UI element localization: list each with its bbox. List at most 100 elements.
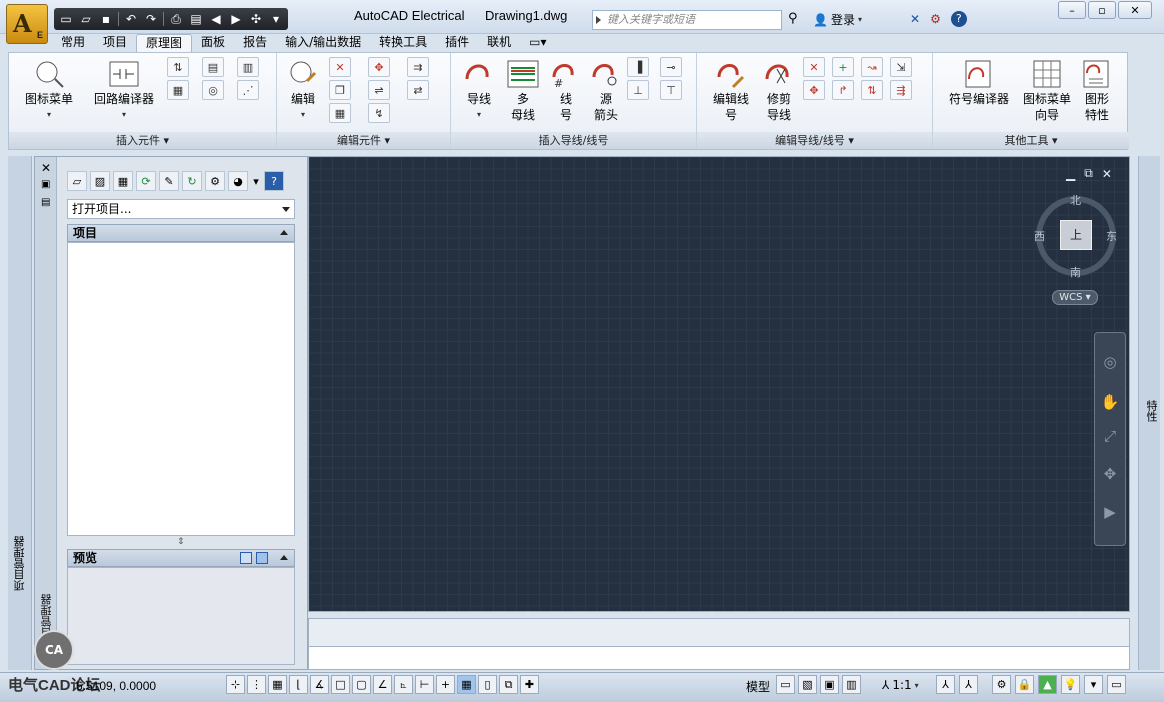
insert-tool-icon[interactable]: ⋰ — [237, 80, 259, 100]
panel-title[interactable]: 编辑元件 ▾ — [277, 132, 450, 149]
search-expand-icon[interactable] — [596, 16, 601, 24]
command-line[interactable] — [308, 618, 1130, 670]
annotation-scale[interactable]: ⅄ 1:1 ▾ — [882, 678, 919, 692]
viewport-close-icon[interactable]: ✕ — [1102, 167, 1112, 181]
coordinates-readout[interactable]: 6.5109, 0.0000 — [76, 679, 156, 693]
ducs-icon[interactable]: ⦜ — [394, 675, 413, 694]
toolbar-dropdown-icon[interactable]: ▾ — [251, 171, 261, 191]
splitter-handle-icon[interactable]: ⇕ — [177, 537, 185, 547]
osnap-icon[interactable]: □ — [331, 675, 350, 694]
back-arrow-icon[interactable]: ◀ — [208, 11, 224, 27]
drawing-properties-button[interactable]: 图形 特性 — [1077, 59, 1117, 123]
exchange-icon[interactable]: ✕ — [910, 12, 920, 26]
collapse-icon[interactable] — [280, 230, 288, 235]
new-drawing-icon[interactable]: ▦ — [113, 171, 133, 191]
plot-icon[interactable]: ◕ — [228, 171, 248, 191]
reverse-icon[interactable]: ⇄ — [407, 80, 429, 100]
polar-icon[interactable]: ∡ — [310, 675, 329, 694]
3d-osnap-icon[interactable]: ▢ — [352, 675, 371, 694]
panel-title[interactable]: 编辑导线/线号 ▾ — [697, 132, 932, 149]
circuit-builder-button[interactable]: 回路编译器 ▾ — [89, 59, 159, 123]
preview-icon[interactable] — [240, 552, 252, 564]
login-button[interactable]: 👤 登录 ▾ — [813, 11, 862, 28]
save-icon[interactable]: ▪ — [98, 11, 114, 27]
new-file-icon[interactable]: ▭ — [58, 11, 74, 27]
tab-import-export[interactable]: 输入/输出数据 — [276, 34, 370, 52]
ortho-icon[interactable]: ⌊ — [289, 675, 308, 694]
edit-button[interactable]: 编辑 ▾ — [283, 59, 323, 123]
gap-icon[interactable]: ⊸ — [660, 57, 682, 77]
hardware-acceleration-icon[interactable]: ▲ — [1038, 675, 1057, 694]
help-icon[interactable]: ? — [264, 171, 284, 191]
project-settings-icon[interactable]: ⚙ — [205, 171, 225, 191]
folder-icon[interactable]: ▤ — [188, 11, 204, 27]
copy-component-icon[interactable]: ❐ — [329, 80, 351, 100]
panel-title[interactable]: 插入元件 ▾ — [9, 132, 276, 149]
wire-number-button[interactable]: # 线 号 — [547, 59, 585, 123]
maximize-button[interactable]: ▫ — [1088, 1, 1116, 19]
layout-icon[interactable]: ▧ — [798, 675, 817, 694]
delete-wire-icon[interactable]: ✕ — [803, 57, 825, 77]
source-arrow-button[interactable]: 源 箭头 — [587, 59, 625, 123]
application-menu-button[interactable]: A E — [6, 4, 48, 44]
new-project-icon[interactable]: ▱ — [67, 171, 87, 191]
quick-view-layouts-icon[interactable]: ▣ — [820, 675, 839, 694]
insert-tool-icon[interactable]: ◎ — [202, 80, 224, 100]
insert-tool-icon[interactable]: ▥ — [237, 57, 259, 77]
zoom-icon[interactable]: ⤢ — [1099, 425, 1121, 447]
tab-project[interactable]: 项目 — [94, 34, 136, 52]
redo-icon[interactable]: ↷ — [143, 11, 159, 27]
tab-schematic[interactable]: 原理图 — [136, 34, 193, 52]
projects-header[interactable]: 项目 — [67, 224, 295, 242]
viewport-restore-icon[interactable]: ⧉ — [1084, 166, 1093, 181]
workspace-switch-icon[interactable]: ⚙ — [992, 675, 1011, 694]
grid-icon[interactable]: ▦ — [268, 675, 287, 694]
tab-panel[interactable]: 面板 — [192, 34, 234, 52]
binoculars-icon[interactable]: ⚲ — [788, 11, 798, 26]
quick-view-drawings-icon[interactable]: ▥ — [842, 675, 861, 694]
wire-button[interactable]: 导线 ▾ — [459, 59, 499, 123]
close-button[interactable]: ✕ — [1118, 1, 1152, 19]
swap-wire-icon[interactable]: ⇅ — [861, 80, 883, 100]
add-wire-icon[interactable]: ↱ — [832, 80, 854, 100]
stretch-wire-icon[interactable]: ✥ — [803, 80, 825, 100]
lineweight-icon[interactable]: + — [436, 675, 455, 694]
viewport-minimize-icon[interactable]: ▁ — [1066, 167, 1075, 181]
tab-home[interactable]: 常用 — [52, 34, 94, 52]
viewcube-south[interactable]: 南 — [1070, 264, 1081, 280]
showmotion-icon[interactable]: ▶ — [1099, 501, 1121, 523]
autohide-icon[interactable]: ▣ — [41, 179, 50, 190]
update-icon[interactable]: ↻ — [182, 171, 202, 191]
panel-title[interactable]: 其他工具 ▾ — [933, 132, 1129, 149]
insert-ladder-icon[interactable]: + — [832, 57, 854, 77]
model-layout-icon[interactable]: ▭ — [776, 675, 795, 694]
insert-tool-icon[interactable]: ⇅ — [167, 57, 189, 77]
model-label[interactable]: 模型 — [746, 678, 770, 695]
selection-cycling-icon[interactable]: ⧉ — [499, 675, 518, 694]
undo-icon[interactable]: ↶ — [123, 11, 139, 27]
edit-wire-number-button[interactable]: 编辑线 号 — [707, 59, 755, 123]
wire-type-icon[interactable]: ↝ — [861, 57, 883, 77]
pan-hand-icon[interactable]: ✋ — [1099, 391, 1121, 413]
drawing-canvas[interactable] — [308, 156, 1130, 612]
attribute-icon[interactable]: ▦ — [329, 103, 351, 123]
otrack-icon[interactable]: ∠ — [373, 675, 392, 694]
steering-wheel-icon[interactable]: ◎ — [1099, 351, 1121, 373]
details-icon[interactable] — [256, 552, 268, 564]
collapse-icon[interactable] — [280, 555, 288, 560]
move-component-icon[interactable]: ✥ — [368, 57, 390, 77]
viewcube-east[interactable]: 东 — [1106, 228, 1117, 244]
viewcube-west[interactable]: 西 — [1034, 228, 1045, 244]
insert-tool-icon[interactable]: ▦ — [167, 80, 189, 100]
project-task-icon[interactable]: ✎ — [159, 171, 179, 191]
orbit-icon[interactable]: ✥ — [1099, 463, 1121, 485]
properties-dock-strip[interactable]: 特性 — [1138, 156, 1160, 670]
refresh-icon[interactable]: ⟳ — [136, 171, 156, 191]
auto-scale-icon[interactable]: ⅄ — [959, 675, 978, 694]
left-dock-strip[interactable]: 项目管理器 — [8, 156, 32, 670]
palette-title-bar[interactable]: ✕ ▣ ▤ 项目管理器 — [35, 157, 57, 669]
hide-attribute-icon[interactable]: ↯ — [368, 103, 390, 123]
close-icon[interactable]: ✕ — [41, 161, 51, 175]
renumber-icon[interactable]: ⇶ — [890, 80, 912, 100]
minimize-button[interactable]: – — [1058, 1, 1086, 19]
